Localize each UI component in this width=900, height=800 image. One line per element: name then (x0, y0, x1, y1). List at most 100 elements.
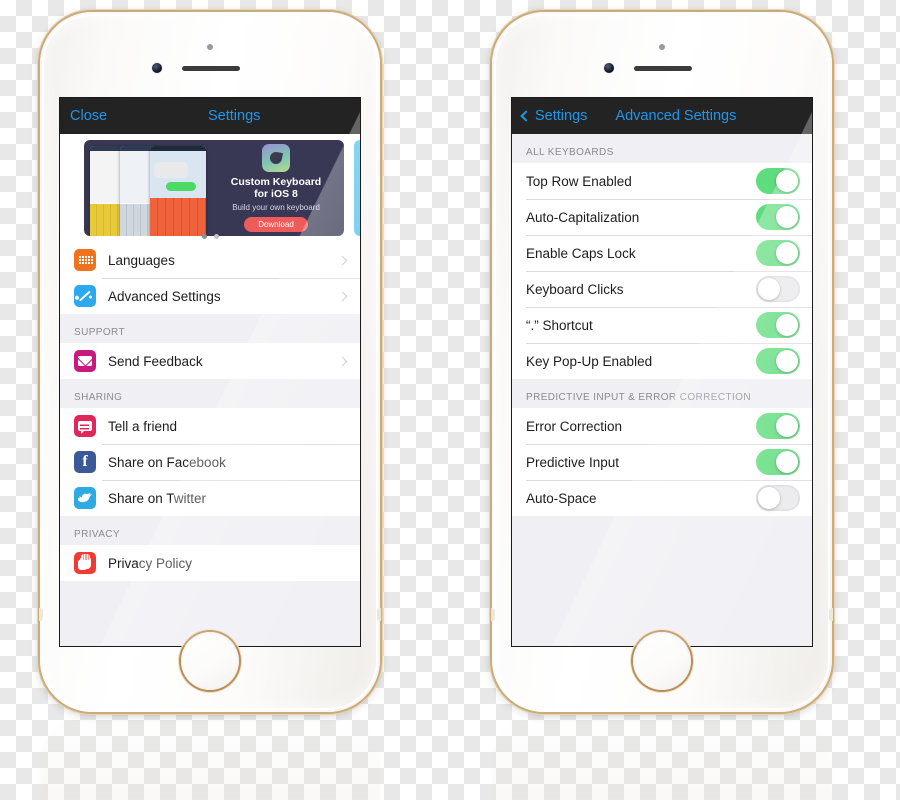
section-header-all-keyboards: ALL KEYBOARDS (512, 134, 812, 163)
list-item-label: Privacy Policy (108, 555, 193, 571)
promo-banner-secondary[interactable]: 1+ G (354, 140, 360, 236)
list-item-label: Share on Facebook (108, 454, 226, 470)
list-item-share-on-twitter[interactable]: Share on Twitter (60, 480, 360, 516)
keyboard-icon (74, 249, 96, 271)
navbar-right: Settings Advanced Settings (512, 98, 812, 134)
page-title-right: Advanced Settings (615, 108, 737, 124)
setting-row-key-pop-up-enabled[interactable]: Key Pop-Up Enabled (512, 343, 812, 379)
setting-label: Predictive Input (526, 454, 620, 470)
earpiece-speaker-icon (182, 66, 240, 71)
setting-label: Auto-Capitalization (526, 209, 640, 225)
mail-icon (74, 350, 96, 372)
list-item-privacy-policy[interactable]: Privacy Policy (60, 545, 360, 581)
toggle-period-shortcut[interactable] (756, 312, 800, 338)
list-item-tell-a-friend[interactable]: Tell a friend (60, 408, 360, 444)
front-camera-icon (152, 63, 162, 73)
screen-right: Settings Advanced Settings ALL KEYBOARDS… (512, 98, 812, 646)
home-button-right[interactable] (633, 632, 691, 690)
banner-subtitle: Build your own keyboard (232, 203, 320, 212)
setting-label: Error Correction (526, 418, 623, 434)
advanced-settings-list[interactable]: ALL KEYBOARDS Top Row Enabled Auto-Capit… (512, 134, 812, 646)
home-button-left[interactable] (181, 632, 239, 690)
front-camera-icon (604, 63, 614, 73)
list-item-languages[interactable]: Languages (60, 242, 360, 278)
banner-title-line2: for iOS 8 (254, 187, 298, 200)
setting-row-auto-capitalization[interactable]: Auto-Capitalization (512, 199, 812, 235)
list-item-send-feedback[interactable]: Send Feedback (60, 343, 360, 379)
iphone-device-left: Close Settings Custom Keyboard for iOS 8… (39, 12, 381, 712)
magic-wand-icon (74, 285, 96, 307)
carousel-track: Custom Keyboard for iOS 8 Build your own… (84, 140, 360, 236)
carousel-dot-1[interactable] (201, 234, 207, 239)
setting-label: Key Pop-Up Enabled (526, 353, 653, 369)
banner-screenshots (84, 140, 208, 236)
device-reflection-right (492, 712, 832, 800)
chevron-left-icon (520, 110, 532, 122)
list-item-advanced-settings[interactable]: Advanced Settings (60, 278, 360, 314)
setting-label: Auto-Space (526, 490, 597, 506)
toggle-top-row-enabled[interactable] (756, 168, 800, 194)
banner-title-line1: Custom Keyboard (230, 175, 322, 188)
setting-row-predictive-input[interactable]: Predictive Input (512, 444, 812, 480)
close-button-label: Close (70, 108, 108, 124)
list-item-label: Send Feedback (108, 353, 203, 369)
setting-row-top-row-enabled[interactable]: Top Row Enabled (512, 163, 812, 199)
banner-shot-3 (150, 146, 206, 236)
page-title-left: Settings (208, 108, 261, 124)
setting-row-period-shortcut[interactable]: “.” Shortcut (512, 307, 812, 343)
toggle-error-correction[interactable] (756, 413, 800, 439)
section-header-privacy: PRIVACY (60, 516, 360, 545)
promo-carousel[interactable]: Custom Keyboard for iOS 8 Build your own… (60, 134, 360, 242)
proximity-sensor-icon (659, 44, 665, 50)
chevron-right-icon (337, 291, 348, 301)
earpiece-speaker-icon (634, 66, 692, 71)
list-item-label: Tell a friend (108, 418, 178, 434)
carousel-dot-2[interactable] (213, 234, 219, 239)
banner-copy: Custom Keyboard for iOS 8 Build your own… (208, 140, 344, 236)
setting-row-auto-space[interactable]: Auto-Space (512, 480, 812, 516)
list-item-label: Share on Twitter (108, 490, 207, 506)
toggle-key-pop-up-enabled[interactable] (756, 348, 800, 374)
device-reflection-left (40, 712, 380, 800)
settings-list-left[interactable]: Custom Keyboard for iOS 8 Build your own… (60, 134, 360, 646)
chevron-right-icon (337, 356, 348, 366)
list-item-label: Advanced Settings (108, 288, 221, 304)
twitter-icon (74, 487, 96, 509)
antenna-notch-right (377, 608, 381, 621)
toggle-keyboard-clicks[interactable] (756, 276, 800, 302)
iphone-device-right: Settings Advanced Settings ALL KEYBOARDS… (491, 12, 833, 712)
setting-label: “.” Shortcut (526, 317, 593, 333)
chevron-right-icon (337, 255, 348, 265)
section-header-support: SUPPORT (60, 314, 360, 343)
banner-download-button[interactable]: Download (244, 217, 308, 232)
screenshot-stage: Close Settings Custom Keyboard for iOS 8… (0, 0, 900, 800)
list-item-share-on-facebook[interactable]: f Share on Facebook (60, 444, 360, 480)
setting-label: Enable Caps Lock (526, 245, 636, 261)
setting-row-enable-caps-lock[interactable]: Enable Caps Lock (512, 235, 812, 271)
back-button-label: Settings (535, 108, 588, 124)
stop-hand-icon (74, 552, 96, 574)
setting-label: Top Row Enabled (526, 173, 632, 189)
navbar-left: Close Settings (60, 98, 360, 134)
section-header-sharing: SHARING (60, 379, 360, 408)
proximity-sensor-icon (207, 44, 213, 50)
toggle-enable-caps-lock[interactable] (756, 240, 800, 266)
close-button[interactable]: Close (70, 108, 107, 124)
section-header-predictive-input: PREDICTIVE INPUT & ERROR CORRECTION (512, 379, 812, 408)
setting-row-keyboard-clicks[interactable]: Keyboard Clicks (512, 271, 812, 307)
setting-label: Keyboard Clicks (526, 281, 624, 297)
toggle-predictive-input[interactable] (756, 449, 800, 475)
antenna-notch-left (39, 608, 43, 621)
toggle-auto-space[interactable] (756, 485, 800, 511)
carousel-page-dots[interactable] (60, 234, 360, 239)
toggle-auto-capitalization[interactable] (756, 204, 800, 230)
back-button[interactable]: Settings (520, 108, 588, 124)
list-item-label: Languages (108, 252, 175, 268)
setting-row-error-correction[interactable]: Error Correction (512, 408, 812, 444)
chat-bubble-icon (74, 415, 96, 437)
facebook-icon: f (74, 451, 96, 473)
screen-left: Close Settings Custom Keyboard for iOS 8… (60, 98, 360, 646)
promo-banner-custom-keyboard[interactable]: Custom Keyboard for iOS 8 Build your own… (84, 140, 344, 236)
app-icon (262, 144, 290, 172)
antenna-notch-right (829, 608, 833, 621)
